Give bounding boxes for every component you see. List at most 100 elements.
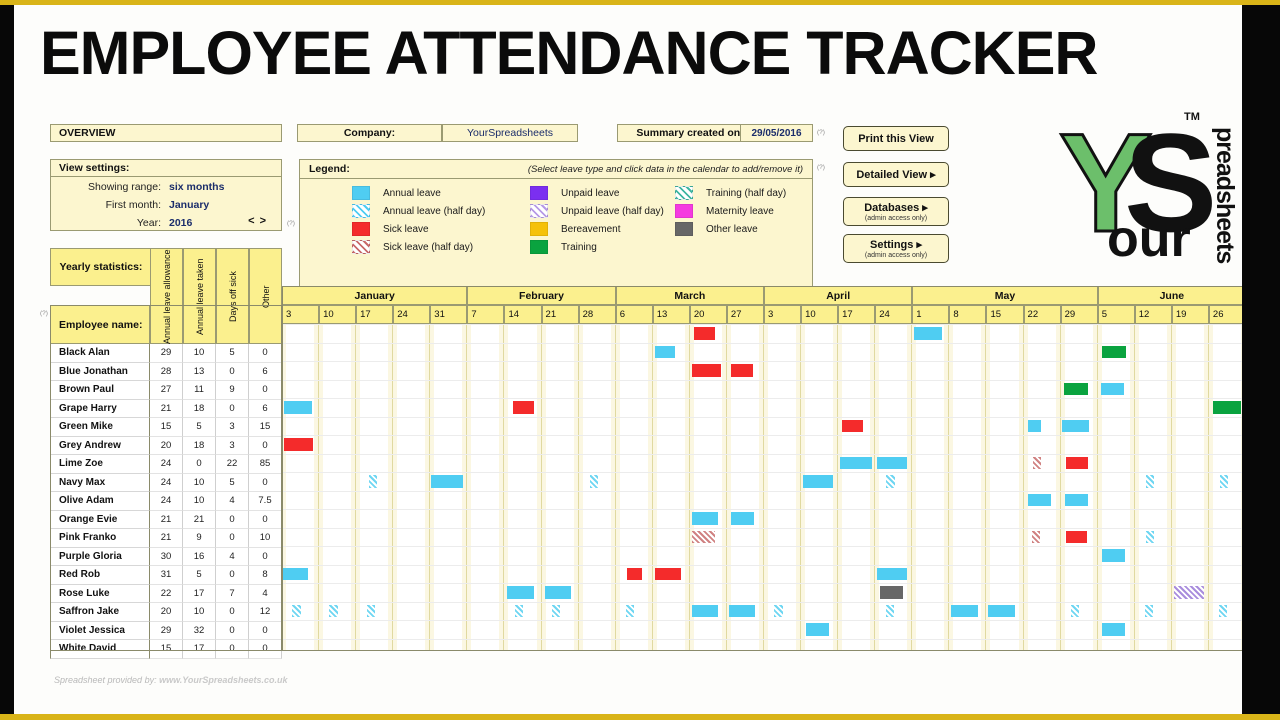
calendar-mark-annual-h[interactable] [329,604,338,617]
calendar-mark-annual-h[interactable] [589,475,598,488]
table-row[interactable]: Blue Jonathan [50,362,150,381]
settings-button[interactable]: Settings ▸ (admin access only) [843,234,949,263]
calendar-mark-training[interactable] [1102,345,1127,358]
legend-item[interactable]: Unpaid leave (half day) [530,202,664,220]
calendar-mark-annual[interactable] [431,475,463,488]
databases-button[interactable]: Databases ▸ (admin access only) [843,197,949,226]
calendar-mark-annual-h[interactable] [292,604,301,617]
print-this-view-button[interactable]: Print this View [843,126,949,151]
legend-swatch-icon[interactable] [675,186,693,200]
legend-item[interactable]: Bereavement [530,220,664,238]
legend-swatch-icon[interactable] [530,222,548,236]
table-row[interactable]: Purple Gloria [50,547,150,566]
calendar-mark-annual[interactable] [805,623,829,636]
legend-swatch-icon[interactable] [675,204,693,218]
legend-swatch-icon[interactable] [352,204,370,218]
legend-item[interactable]: Training (half day) [675,184,786,202]
calendar-mark-sick-h[interactable] [1032,456,1041,469]
legend-swatch-icon[interactable] [530,204,548,218]
legend-item[interactable]: Annual leave (half day) [352,202,485,220]
table-row[interactable]: Olive Adam [50,492,150,511]
calendar-mark-sick[interactable] [626,567,642,580]
calendar-mark-sick[interactable] [512,401,535,414]
calendar-mark-annual[interactable] [951,604,978,617]
legend-item[interactable]: Unpaid leave [530,184,664,202]
overview-tab[interactable]: OVERVIEW [50,124,282,142]
year-next-button[interactable]: > [260,215,271,227]
calendar-mark-sick[interactable] [694,327,715,340]
calendar-mark-training[interactable] [1213,401,1242,414]
table-row[interactable]: White David [50,640,150,659]
calendar-mark-other[interactable] [879,586,903,599]
calendar-mark-annual[interactable] [914,327,942,340]
legend-swatch-icon[interactable] [352,186,370,200]
table-row[interactable]: Navy Max [50,473,150,492]
first-month-row[interactable]: First month: January [51,196,281,213]
calendar-mark-annual-h[interactable] [1145,475,1155,488]
calendar-mark-unpaid-h[interactable] [1173,586,1205,599]
summary-created-value[interactable]: 29/05/2016 [740,124,813,142]
calendar-mark-annual-h[interactable] [1145,530,1155,543]
legend-item[interactable]: Annual leave [352,184,485,202]
table-row[interactable]: Saffron Jake [50,603,150,622]
table-row[interactable]: Grey Andrew [50,436,150,455]
calendar-mark-sick-h[interactable] [691,530,715,543]
legend-swatch-icon[interactable] [352,222,370,236]
calendar-mark-annual-h[interactable] [885,604,894,617]
legend-swatch-icon[interactable] [352,240,370,254]
calendar-mark-annual[interactable] [1027,419,1042,432]
year-stepper[interactable]: <> [248,215,271,227]
table-row[interactable]: Violet Jessica [50,621,150,640]
legend-swatch-icon[interactable] [530,186,548,200]
calendar-mark-annual-h[interactable] [551,604,561,617]
calendar-mark-training[interactable] [1064,382,1089,395]
calendar-mark-sick[interactable] [841,419,864,432]
calendar-mark-annual-h[interactable] [1220,475,1229,488]
table-row[interactable]: Red Rob [50,566,150,585]
calendar-mark-annual[interactable] [728,604,756,617]
calendar-mark-annual[interactable] [988,604,1015,617]
table-row[interactable]: Orange Evie [50,510,150,529]
calendar-mark-sick[interactable] [654,567,682,580]
calendar-mark-annual[interactable] [691,604,719,617]
calendar-mark-sick[interactable] [283,438,313,451]
calendar-mark-annual-h[interactable] [1219,604,1228,617]
calendar-mark-annual-h[interactable] [369,475,378,488]
table-row[interactable]: Green Mike [50,418,150,437]
year-value[interactable]: 2016 [161,217,192,229]
calendar-mark-annual-h[interactable] [774,604,783,617]
calendar-mark-annual[interactable] [877,456,907,469]
calendar-mark-annual[interactable] [507,586,535,599]
calendar-mark-sick[interactable] [730,364,753,377]
year-row[interactable]: Year: 2016 [51,214,281,231]
calendar-grid[interactable]: January 3 10 17 24 31 February 7 14 21 28 March 6 13 2… [282,286,1242,670]
table-row[interactable]: Pink Franko [50,529,150,548]
table-row[interactable]: Black Alan [50,344,150,363]
calendar-mark-annual[interactable] [840,456,872,469]
calendar-mark-annual-h[interactable] [1070,604,1080,617]
company-value-field[interactable]: YourSpreadsheets [442,124,578,142]
table-row[interactable]: Rose Luke [50,584,150,603]
calendar-mark-annual[interactable] [654,345,675,358]
calendar-mark-annual-h[interactable] [366,604,375,617]
table-row[interactable]: Brown Paul [50,381,150,400]
legend-item[interactable]: Other leave [675,220,786,238]
first-month-value[interactable]: January [161,199,209,211]
calendar-mark-annual-h[interactable] [626,604,635,617]
legend-item[interactable]: Training [530,238,664,256]
table-row[interactable]: Lime Zoe [50,455,150,474]
calendar-mark-sick[interactable] [1066,456,1089,469]
calendar-mark-annual[interactable] [1102,549,1126,562]
table-row[interactable]: Grape Harry [50,399,150,418]
calendar-mark-annual[interactable] [544,586,572,599]
calendar-mark-annual-h[interactable] [1145,604,1154,617]
calendar-mark-annual[interactable] [1027,493,1051,506]
calendar-mark-annual[interactable] [1062,419,1090,432]
detailed-view-button[interactable]: Detailed View ▸ [843,162,949,187]
legend-item[interactable]: Sick leave [352,220,485,238]
year-prev-button[interactable]: < [248,215,259,227]
calendar-mark-annual-h[interactable] [886,475,895,488]
calendar-mark-sick[interactable] [1066,530,1087,543]
calendar-mark-annual[interactable] [691,512,718,525]
calendar-mark-annual[interactable] [1101,382,1125,395]
